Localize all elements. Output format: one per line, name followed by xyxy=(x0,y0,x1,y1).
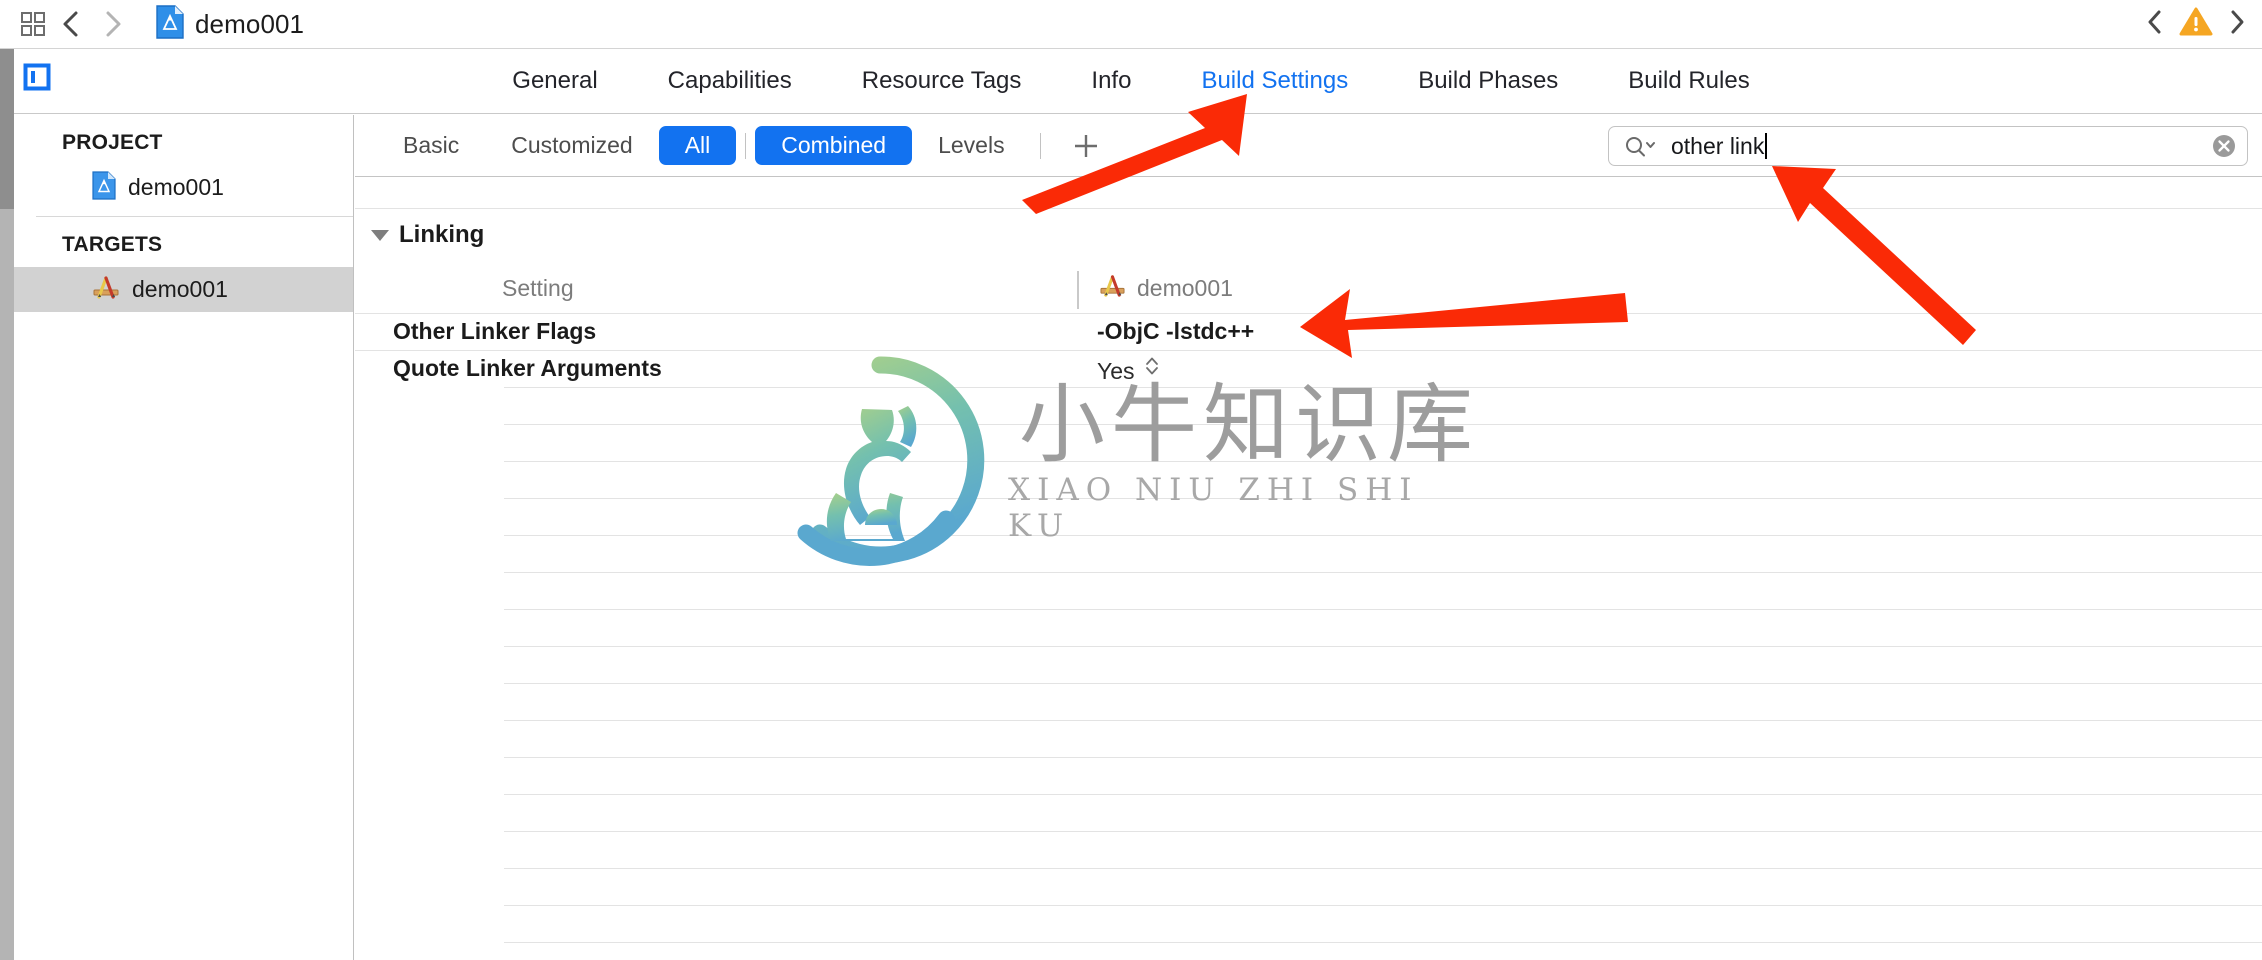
tab-build-settings[interactable]: Build Settings xyxy=(1166,67,1383,95)
empty-row-separator xyxy=(504,535,2262,536)
column-divider xyxy=(1077,271,1079,309)
grid-icon[interactable] xyxy=(18,9,48,39)
filter-divider xyxy=(1039,132,1041,159)
empty-row-separator xyxy=(504,794,2262,795)
editor-tab-bar: General Capabilities Resource Tags Info … xyxy=(0,49,2262,114)
forward-button[interactable] xyxy=(94,7,132,41)
xcode-target-icon xyxy=(92,274,120,305)
sidebar-item-project-demo001[interactable]: demo001 xyxy=(14,165,353,210)
empty-row-separator xyxy=(504,572,2262,573)
plus-icon[interactable] xyxy=(1064,126,1108,166)
empty-row-separator xyxy=(504,646,2262,647)
tab-capabilities[interactable]: Capabilities xyxy=(633,67,827,95)
toolbar-right-group xyxy=(2144,0,2248,49)
filter-divider xyxy=(745,132,747,159)
table-top-rule xyxy=(355,208,2262,209)
tab-general[interactable]: General xyxy=(477,67,632,95)
tab-build-phases[interactable]: Build Phases xyxy=(1383,67,1593,95)
tab-build-rules[interactable]: Build Rules xyxy=(1593,67,1784,95)
setting-value-text: Yes xyxy=(1097,358,1135,384)
column-header-target-label: demo001 xyxy=(1137,275,1233,301)
xcode-window: demo001 General Capabilities Resource Ta… xyxy=(0,0,2262,960)
xcode-project-icon xyxy=(92,170,116,205)
search-input-value: other link xyxy=(1671,132,1765,159)
sidebar-header-project: PROJECT xyxy=(62,131,163,154)
build-settings-filter-bar: Basic Customized All Combined Levels oth… xyxy=(355,115,2262,177)
empty-row-separator xyxy=(504,498,2262,499)
empty-row-separator xyxy=(504,942,2262,943)
table-row[interactable]: Quote Linker Arguments Yes xyxy=(355,350,2262,387)
warning-triangle-icon[interactable] xyxy=(2179,7,2213,42)
toolbar-left-group: demo001 xyxy=(0,4,305,44)
xcode-target-icon xyxy=(1099,273,1126,304)
sidebar-header-targets: TARGETS xyxy=(62,233,163,256)
table-column-header: Setting demo001 xyxy=(355,271,2262,313)
tab-info[interactable]: Info xyxy=(1056,67,1166,95)
search-magnifier-icon[interactable] xyxy=(1619,134,1657,158)
tab-list: General Capabilities Resource Tags Info … xyxy=(0,49,2262,113)
breadcrumb-title: demo001 xyxy=(195,8,305,39)
triangle-down-icon[interactable] xyxy=(371,229,389,241)
next-issue-button[interactable] xyxy=(2226,8,2248,41)
settings-group-linking[interactable]: Linking xyxy=(371,221,484,249)
setting-value[interactable]: Yes xyxy=(1097,355,1160,385)
build-settings-table: Linking Setting demo001 Other Linker Fla… xyxy=(355,177,2262,960)
value-stepper[interactable] xyxy=(1144,355,1160,377)
breadcrumb[interactable]: demo001 xyxy=(156,4,305,44)
project-navigator-sidebar: PROJECT demo001 TARGETS demo001 xyxy=(14,115,354,960)
setting-name: Other Linker Flags xyxy=(393,318,597,344)
tab-resource-tags[interactable]: Resource Tags xyxy=(827,67,1057,95)
table-row[interactable]: Other Linker Flags -ObjC -lstdc++ xyxy=(355,313,2262,350)
previous-issue-button[interactable] xyxy=(2144,8,2166,41)
empty-row-separator xyxy=(504,424,2262,425)
filter-all-button[interactable]: All xyxy=(658,126,737,165)
setting-name: Quote Linker Arguments xyxy=(393,355,662,381)
filter-customized-button[interactable]: Customized xyxy=(485,126,658,165)
empty-row-separator xyxy=(504,720,2262,721)
filter-scope-group: Basic Customized All Combined Levels xyxy=(355,126,1108,166)
column-header-target: demo001 xyxy=(1099,273,1233,304)
empty-row-separator xyxy=(504,609,2262,610)
back-button[interactable] xyxy=(52,7,90,41)
empty-row-separator xyxy=(504,868,2262,869)
setting-value[interactable]: -ObjC -lstdc++ xyxy=(1097,318,1254,345)
sidebar-item-target-demo001[interactable]: demo001 xyxy=(14,267,353,312)
gutter-lower xyxy=(0,209,14,960)
settings-group-title: Linking xyxy=(399,221,485,248)
empty-row-separator xyxy=(504,905,2262,906)
filter-basic-button[interactable]: Basic xyxy=(377,126,485,165)
empty-row-separator xyxy=(504,387,2262,388)
column-header-setting: Setting xyxy=(502,275,574,301)
filter-levels-button[interactable]: Levels xyxy=(912,126,1030,165)
search-field[interactable]: other link xyxy=(1608,126,2248,166)
empty-row-separator xyxy=(504,831,2262,832)
sidebar-item-label: demo001 xyxy=(128,174,224,200)
text-caret xyxy=(1765,132,1768,159)
clear-circle-icon[interactable] xyxy=(2211,133,2237,159)
empty-row-separator xyxy=(504,757,2262,758)
empty-row-separator xyxy=(504,683,2262,684)
filter-combined-button[interactable]: Combined xyxy=(755,126,913,165)
window-left-gutter xyxy=(0,49,14,960)
search-input[interactable]: other link xyxy=(1657,132,2211,160)
empty-row-separator xyxy=(504,461,2262,462)
xcode-project-icon xyxy=(156,4,184,44)
toolbar: demo001 xyxy=(0,0,2262,49)
sidebar-item-label: demo001 xyxy=(132,276,228,302)
